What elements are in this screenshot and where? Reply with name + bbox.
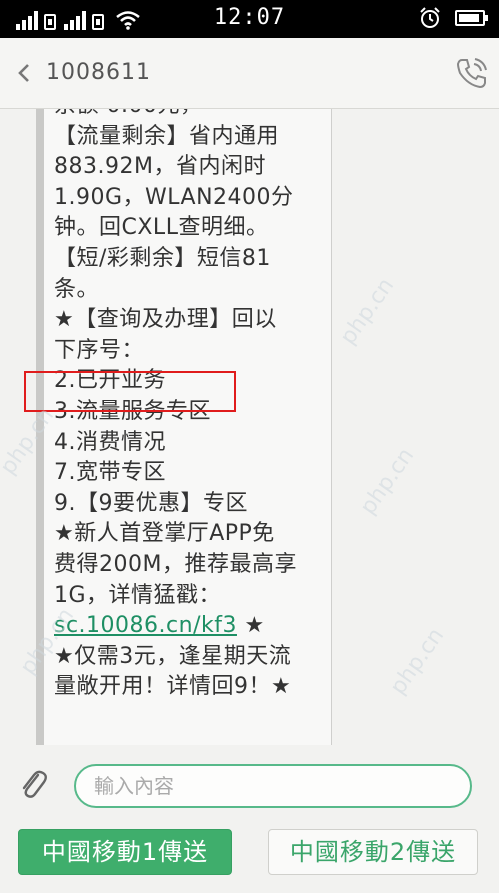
- message-line: ★新人首登掌厅APP免: [54, 521, 275, 547]
- paperclip-icon[interactable]: [18, 765, 48, 803]
- conversation-header: 1008611: [0, 38, 499, 109]
- message-line: 条。: [54, 276, 100, 302]
- message-line: 余额 0.00元，: [54, 109, 344, 122]
- watermark-text: php.cn: [355, 443, 420, 520]
- alarm-icon: [420, 7, 440, 28]
- link-suffix: ★: [236, 613, 265, 639]
- watermark-text: php.cn: [385, 623, 450, 700]
- back-arrow-icon[interactable]: [16, 63, 32, 83]
- status-right: [419, 7, 488, 29]
- message-line: ★仅需3元，逢星期天流: [54, 643, 292, 669]
- send-sim2-button[interactable]: 中國移動2傳送: [268, 829, 478, 875]
- message-line: 883.92M，省内闲时: [54, 154, 266, 180]
- message-link-line: sc.10086.cn/kf3 ★: [54, 611, 344, 642]
- message-line: 费得200M，推荐最高享: [54, 551, 297, 577]
- phone-call-icon[interactable]: [455, 56, 489, 90]
- contact-number: 1008611: [46, 60, 151, 85]
- message-link[interactable]: sc.10086.cn/kf3: [54, 613, 237, 638]
- message-line: 钟。回CXLL查明细。: [54, 215, 269, 241]
- message-line: 9.【9要优惠】专区: [54, 490, 248, 516]
- compose-bar: [0, 745, 499, 825]
- message-line: 【短/彩剩余】短信81: [54, 245, 271, 271]
- message-line: 下序号：: [54, 337, 145, 363]
- message-line: ★【查询及办理】回以: [54, 307, 277, 333]
- message-line: 量敞开用！详情回9！★: [54, 674, 292, 700]
- message-list[interactable]: 余额 0.00元， 【流量剩余】省内通用 883.92M，省内闲时 1.90G，…: [0, 109, 499, 745]
- message-line: 1.90G，WLAN2400分: [54, 184, 294, 210]
- message-line: 4.消费情况: [54, 429, 166, 455]
- message-line: 1G，详情猛戳：: [54, 582, 222, 608]
- battery-icon: [455, 10, 488, 26]
- message-input[interactable]: [74, 764, 472, 808]
- message-line: 【流量剩余】省内通用: [54, 123, 280, 149]
- status-bar: 12:07: [0, 0, 499, 38]
- send-bar: 中國移動1傳送 中國移動2傳送: [0, 825, 499, 893]
- watermark-text: php.cn: [335, 273, 400, 350]
- message-line: 7.宽带专区: [54, 460, 166, 486]
- red-highlight-box: [24, 371, 236, 412]
- send-sim1-button[interactable]: 中國移動1傳送: [18, 829, 232, 875]
